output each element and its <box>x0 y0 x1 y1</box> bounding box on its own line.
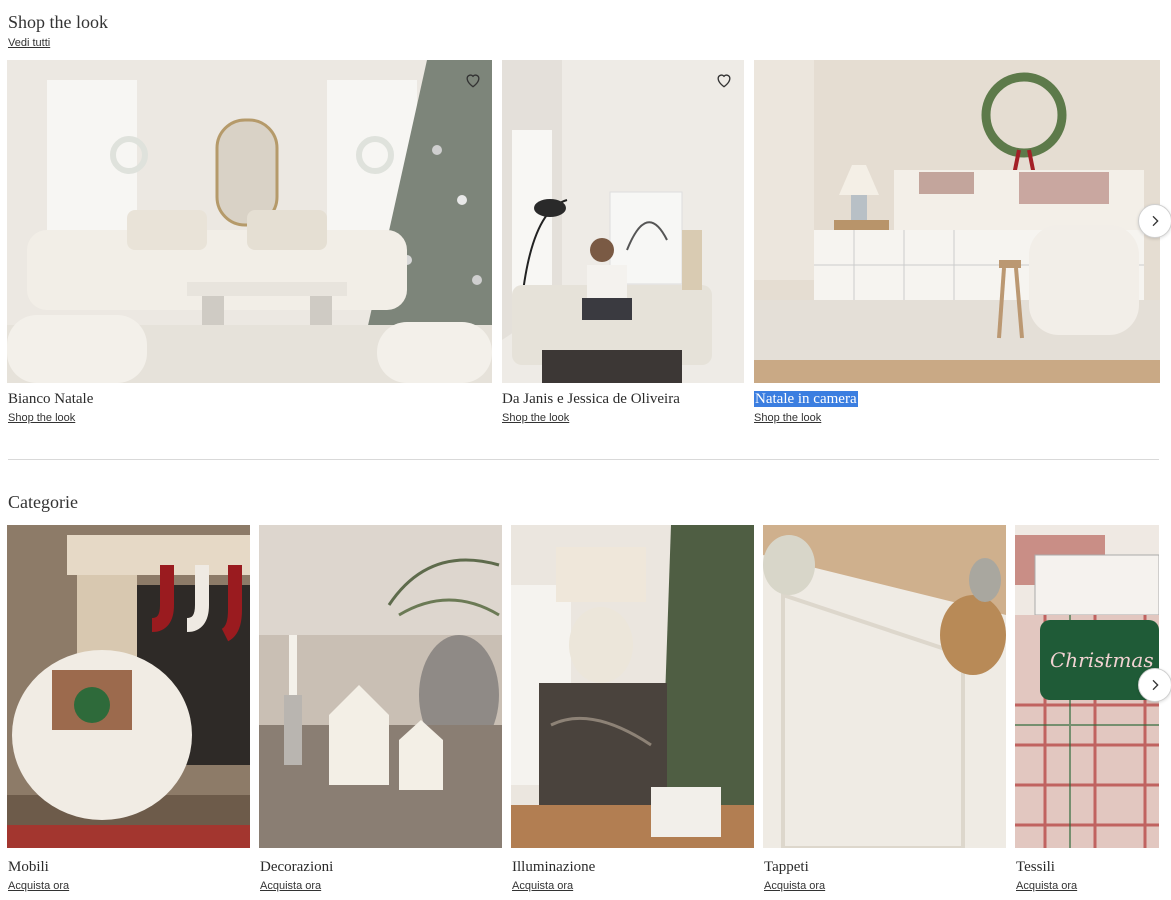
look-image-natale-in-camera[interactable] <box>754 60 1160 383</box>
shop-the-look-title: Shop the look <box>8 12 109 32</box>
shop-now-link[interactable]: Acquista ora <box>1016 880 1077 892</box>
shop-now-link[interactable]: Acquista ora <box>764 880 825 892</box>
categories-title: Categorie <box>8 492 78 512</box>
chevron-right-icon <box>1152 215 1159 227</box>
category-title: Mobili <box>8 859 49 875</box>
favorite-heart-icon[interactable] <box>714 70 734 90</box>
section-divider <box>8 459 1159 460</box>
carousel-next-button[interactable] <box>1138 204 1171 238</box>
category-title: Decorazioni <box>260 859 334 875</box>
selected-look-title: Natale in camera <box>754 391 858 407</box>
shop-now-link[interactable]: Acquista ora <box>512 880 573 892</box>
shop-the-look-link[interactable]: Shop the look <box>502 412 569 424</box>
category-title: Illuminazione <box>512 859 596 875</box>
carousel-next-button[interactable] <box>1138 668 1171 702</box>
category-image-tappeti[interactable] <box>763 525 1006 848</box>
shop-now-link[interactable]: Acquista ora <box>260 880 321 892</box>
look-title: Da Janis e Jessica de Oliveira <box>502 391 680 407</box>
look-title: Bianco Natale <box>8 391 94 407</box>
favorite-heart-icon[interactable] <box>463 70 483 90</box>
category-image-illuminazione[interactable] <box>511 525 754 848</box>
category-image-decorazioni[interactable] <box>259 525 502 848</box>
look-title: Natale in camera <box>754 391 858 408</box>
look-image-bianco-natale[interactable] <box>7 60 492 383</box>
category-title: Tappeti <box>764 859 809 875</box>
see-all-link[interactable]: Vedi tutti <box>8 37 50 49</box>
shop-now-link[interactable]: Acquista ora <box>8 880 69 892</box>
shop-the-look-link[interactable]: Shop the look <box>754 412 821 424</box>
look-image-janis-jessica[interactable] <box>502 60 744 383</box>
svg-text:Christmas: Christmas <box>1050 648 1154 672</box>
shop-the-look-link[interactable]: Shop the look <box>8 412 75 424</box>
category-title: Tessili <box>1016 859 1055 875</box>
chevron-right-icon <box>1152 679 1159 691</box>
category-image-mobili[interactable] <box>7 525 250 848</box>
